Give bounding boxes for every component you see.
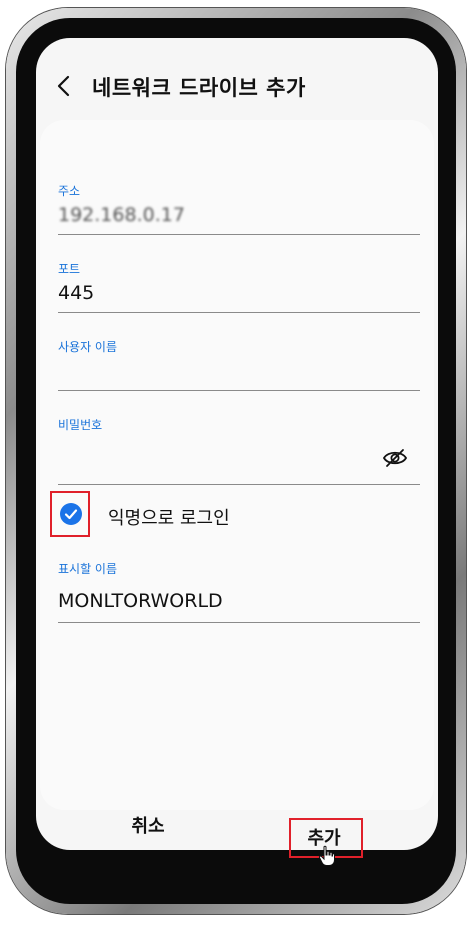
username-underline xyxy=(58,390,420,391)
username-field[interactable]: 사용자 이름 xyxy=(58,338,420,392)
password-label: 비밀번호 xyxy=(58,418,103,432)
chevron-left-icon[interactable] xyxy=(54,74,74,98)
password-underline xyxy=(58,484,420,485)
hand-pointer-icon xyxy=(318,845,335,866)
cancel-button[interactable]: 취소 xyxy=(128,812,168,838)
password-field[interactable]: 비밀번호 xyxy=(58,416,420,486)
display-name-value: MONLTORWORLD xyxy=(58,590,223,612)
port-value: 445 xyxy=(58,282,95,304)
address-field[interactable]: 주소 192.168.0.17 xyxy=(58,182,420,236)
header: 네트워크 드라이브 추가 xyxy=(36,38,438,126)
address-underline xyxy=(58,234,420,235)
display-name-field[interactable]: 표시할 이름 MONLTORWORLD xyxy=(58,560,420,624)
username-label: 사용자 이름 xyxy=(58,340,118,354)
port-label: 포트 xyxy=(58,262,81,276)
display-name-label: 표시할 이름 xyxy=(58,562,118,576)
form-card: 주소 192.168.0.17 포트 445 사용자 이름 비밀번호 익명으로 … xyxy=(40,120,434,810)
page-title: 네트워크 드라이브 추가 xyxy=(92,76,306,100)
port-underline xyxy=(58,312,420,313)
address-value: 192.168.0.17 xyxy=(58,204,185,226)
address-label: 주소 xyxy=(58,184,81,198)
display-name-underline xyxy=(58,622,420,623)
anonymous-login-checkbox[interactable] xyxy=(60,503,82,525)
check-icon xyxy=(64,509,78,520)
anonymous-login-label[interactable]: 익명으로 로그인 xyxy=(108,504,230,530)
eye-off-icon[interactable] xyxy=(382,448,408,468)
port-field[interactable]: 포트 445 xyxy=(58,260,420,314)
checkbox-highlight xyxy=(50,491,90,537)
screen: 네트워크 드라이브 추가 주소 192.168.0.17 포트 445 사용자 … xyxy=(36,38,438,850)
bottom-action-bar: 취소 xyxy=(36,812,438,850)
